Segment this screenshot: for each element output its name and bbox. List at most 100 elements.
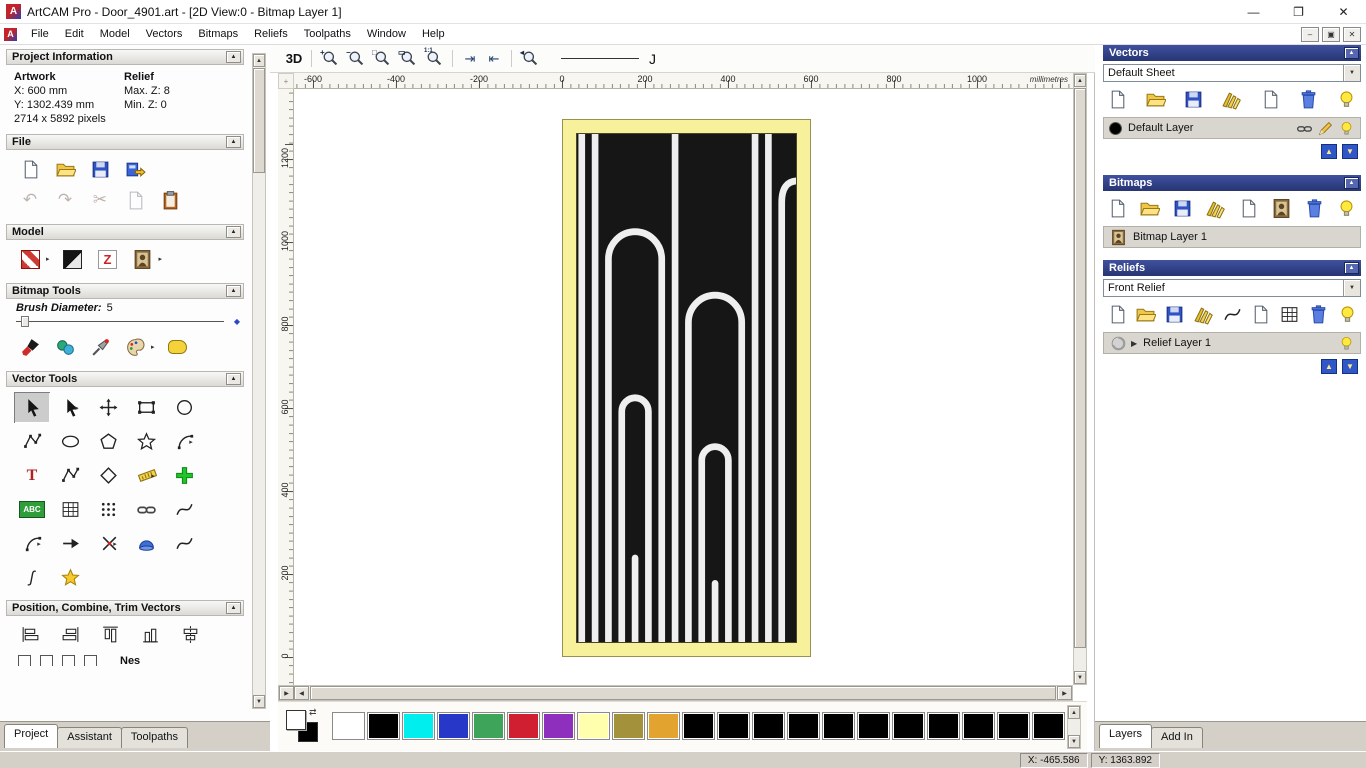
chevron-down-icon[interactable]: ▼: [1343, 280, 1360, 296]
palette-swatch-1[interactable]: [367, 712, 400, 740]
toggle-all-visibility-button[interactable]: [1336, 88, 1358, 110]
envelope-distort-tool[interactable]: [52, 460, 88, 491]
brush-diameter-slider[interactable]: [16, 315, 224, 328]
palette-swatch-20[interactable]: [1032, 712, 1065, 740]
transform-vectors-tool[interactable]: ▸: [52, 392, 88, 423]
palette-swatch-5[interactable]: [507, 712, 540, 740]
palette-swatch-4[interactable]: [472, 712, 505, 740]
mdi-minimize-button[interactable]: –: [1301, 26, 1319, 42]
collapse-bitmap-tools-button[interactable]: ▲: [226, 285, 241, 297]
paste-along-curve-tool[interactable]: [52, 494, 88, 525]
menu-item-window[interactable]: Window: [359, 25, 414, 43]
align-centre-button[interactable]: [178, 622, 202, 646]
expand-relief-layer-caret[interactable]: ▶: [1131, 339, 1137, 348]
collapse-model-section-button[interactable]: ▲: [226, 226, 241, 238]
delete-relief-layer-button[interactable]: [1307, 303, 1329, 325]
save-bitmap-layer-button[interactable]: [1172, 197, 1194, 219]
toggle-bitmap-visibility-button[interactable]: [1336, 197, 1358, 219]
text-on-curve-tool[interactable]: ABC: [14, 494, 50, 525]
maximize-button[interactable]: ❐: [1276, 0, 1321, 24]
snap-grid-tool[interactable]: [166, 460, 202, 491]
toggle-relief-visibility-button[interactable]: [1336, 303, 1358, 325]
delete-vector-layer-button[interactable]: [1298, 88, 1320, 110]
adjust-model-button[interactable]: [18, 247, 42, 271]
greyscale-model-button[interactable]: [131, 247, 155, 271]
toggle-3d-view-button[interactable]: 3D: [282, 48, 306, 70]
node-editing-tool[interactable]: [128, 494, 164, 525]
tab-toolpaths[interactable]: Toolpaths: [120, 727, 188, 748]
fit-curve-tool[interactable]: [166, 494, 202, 525]
minimize-button[interactable]: —: [1231, 0, 1276, 24]
create-circle-tool[interactable]: [166, 392, 202, 423]
colour-palette-button[interactable]: [123, 335, 147, 359]
flood-fill-tool-button[interactable]: [53, 335, 77, 359]
merge-vector-layers-button[interactable]: [1221, 88, 1243, 110]
create-rectangle-tool[interactable]: [128, 392, 164, 423]
menu-item-help[interactable]: Help: [414, 25, 453, 43]
palette-swatch-6[interactable]: [542, 712, 575, 740]
merge-bitmap-layers-button[interactable]: [1205, 197, 1227, 219]
palette-swatch-19[interactable]: [997, 712, 1030, 740]
palette-swatch-14[interactable]: [822, 712, 855, 740]
palette-scroll-down-button[interactable]: ▼: [1068, 735, 1080, 748]
zoom-out-button[interactable]: −: [343, 48, 369, 70]
create-arc-tool[interactable]: ▸: [166, 426, 202, 457]
save-relief-layer-button[interactable]: [1164, 303, 1186, 325]
lock-layer-icon[interactable]: [1295, 119, 1313, 137]
vector-doctor-tool[interactable]: [52, 562, 88, 593]
invert-model-button[interactable]: [61, 247, 85, 271]
duplicate-relief-button[interactable]: [1250, 303, 1272, 325]
clipped-tool-icon[interactable]: [62, 655, 75, 666]
menu-item-toolpaths[interactable]: Toolpaths: [296, 25, 359, 43]
door-relief-area[interactable]: [576, 133, 797, 643]
relief-grid-button[interactable]: [1279, 303, 1301, 325]
scroll-up-button[interactable]: ▲: [253, 54, 265, 67]
brush-shape-icon[interactable]: ◆: [234, 317, 240, 326]
arc-fit-tool[interactable]: ▸: [14, 528, 50, 559]
door-artwork[interactable]: [562, 119, 811, 657]
align-right-button[interactable]: [58, 622, 82, 646]
palette-swatch-7[interactable]: [577, 712, 610, 740]
zoom-objects-button[interactable]: 1:1: [421, 48, 447, 70]
create-ellipse-tool[interactable]: [52, 426, 88, 457]
move-vectors-tool[interactable]: [90, 392, 126, 423]
palette-swatch-3[interactable]: [437, 712, 470, 740]
copy-bitmap-layer-button[interactable]: [1237, 197, 1259, 219]
palette-scroll-up-button[interactable]: ▲: [1068, 706, 1080, 719]
move-layer-down-button[interactable]: ▼: [1342, 144, 1358, 159]
menu-item-edit[interactable]: Edit: [57, 25, 92, 43]
create-text-tool[interactable]: T: [14, 460, 50, 491]
menu-item-bitmaps[interactable]: Bitmaps: [190, 25, 246, 43]
vector-layer-name[interactable]: Default Layer: [1128, 122, 1295, 134]
redo-button[interactable]: ↷: [53, 188, 77, 212]
relief-wave-button[interactable]: [1221, 303, 1243, 325]
open-vector-layer-button[interactable]: [1144, 88, 1166, 110]
transform-flyout-caret[interactable]: ▸: [75, 404, 79, 412]
relief-layer-row[interactable]: ▶ Relief Layer 1: [1103, 332, 1361, 354]
measure-flyout-caret[interactable]: ▸: [151, 472, 155, 480]
tab-assistant[interactable]: Assistant: [57, 727, 122, 748]
section-profile-tool[interactable]: ʃ: [14, 562, 50, 593]
foreground-colour-swatch[interactable]: [286, 710, 306, 730]
collapse-file-section-button[interactable]: ▲: [226, 136, 241, 148]
collapse-reliefs-button[interactable]: ▲: [1344, 262, 1359, 274]
move-relief-up-button[interactable]: ▲: [1321, 359, 1337, 374]
adjust-model-flyout-caret[interactable]: ▸: [46, 255, 50, 263]
bitmap-layer-row[interactable]: Bitmap Layer 1: [1103, 226, 1361, 248]
chevron-down-icon[interactable]: ▼: [1343, 65, 1360, 81]
scroll-up-button[interactable]: ▲: [1074, 74, 1086, 87]
vector-layer-row[interactable]: Default Layer: [1103, 117, 1361, 139]
collapse-vectors-button[interactable]: ▲: [1344, 47, 1359, 59]
zoom-fit-page-button[interactable]: ▭: [395, 48, 421, 70]
palette-swatch-10[interactable]: [682, 712, 715, 740]
arc-fit-flyout-caret[interactable]: ▸: [37, 540, 41, 548]
palette-swatch-9[interactable]: [647, 712, 680, 740]
layer-visibility-icon[interactable]: [1337, 119, 1355, 137]
move-layer-up-button[interactable]: ▲: [1321, 144, 1337, 159]
zoom-in-button[interactable]: +: [317, 48, 343, 70]
nesting-tool-label[interactable]: Nes: [120, 655, 140, 666]
new-sheet-button[interactable]: [1259, 88, 1281, 110]
open-model-button[interactable]: [53, 157, 77, 181]
new-model-button[interactable]: [18, 157, 42, 181]
palette-swatch-0[interactable]: [332, 712, 365, 740]
